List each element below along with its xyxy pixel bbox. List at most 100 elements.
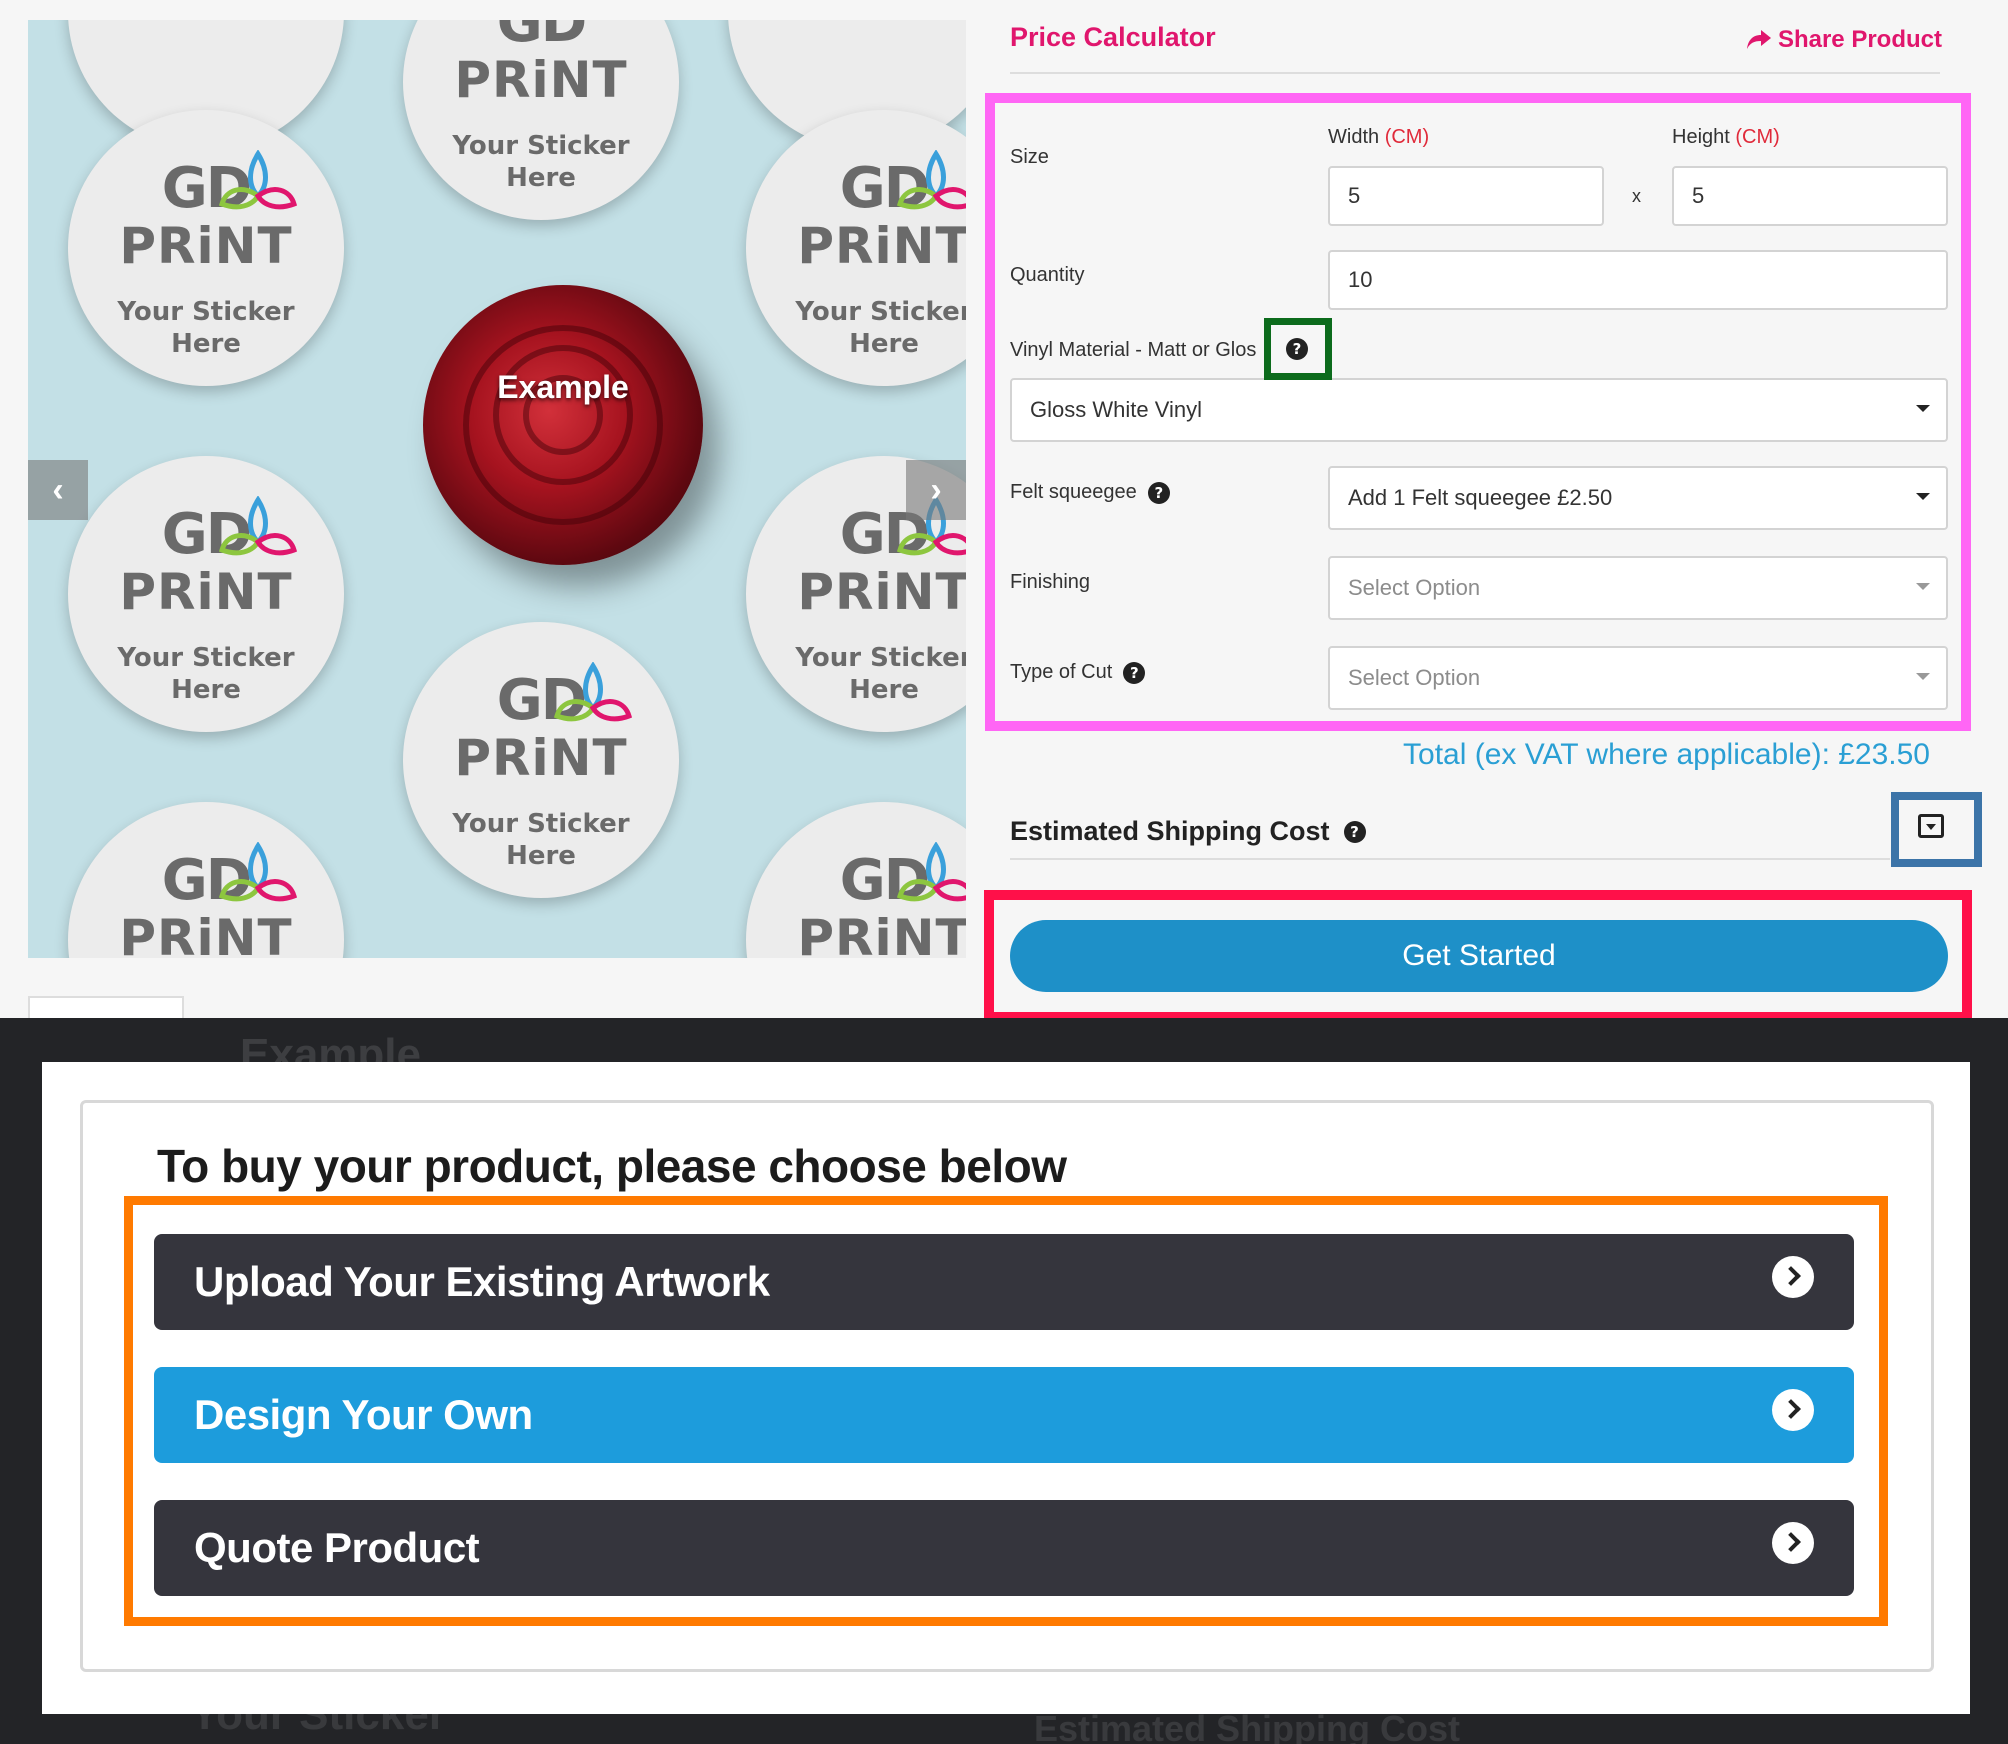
question-circle-icon[interactable]: ?: [1147, 481, 1170, 504]
sticker-logo-text: GD: [161, 502, 252, 567]
gd-print-logo-icon: [896, 842, 966, 902]
felt-squeegee-label-text: Felt squeegee: [1010, 481, 1137, 503]
question-circle-icon[interactable]: ?: [1343, 820, 1366, 843]
sticker-logo-text: PRiNT: [119, 909, 293, 958]
sticker-caption: Here: [849, 329, 919, 359]
finishing-label: Finishing: [1010, 571, 1091, 593]
divider: [1010, 72, 1940, 74]
chevron-right-circle-icon: [1772, 1256, 1814, 1298]
sticker-logo-text: PRiNT: [119, 217, 293, 275]
sticker-mockup: GD PRiNT Your Sticker Here: [68, 110, 344, 386]
modal-title: To buy your product, please choose below: [157, 1140, 1067, 1192]
vinyl-material-select[interactable]: Gloss White Vinyl: [1010, 378, 1948, 442]
sticker-caption: Your Sticker: [117, 297, 295, 327]
gallery-prev-button[interactable]: ‹: [28, 460, 88, 520]
sticker-caption: Here: [506, 163, 576, 193]
sticker-mockup: GD PRiNT Your Sticker Here: [403, 622, 679, 898]
gallery-next-button[interactable]: ›: [906, 460, 966, 520]
chevron-right-icon: ›: [930, 471, 942, 509]
question-circle-icon[interactable]: ?: [1123, 661, 1146, 684]
modal-backdrop[interactable]: Example Your Sticker Estimated Shipping …: [0, 1018, 2008, 1744]
gd-print-logo-icon: [553, 662, 633, 722]
chevron-left-icon: ‹: [52, 471, 64, 509]
product-page: GD PRiNT Your Sticker Here GD PRiNT Your St…: [0, 0, 2008, 1018]
product-tabs: [28, 996, 966, 1018]
question-circle-icon[interactable]: ?: [1286, 338, 1308, 360]
sticker-caption: Your Sticker: [452, 131, 630, 161]
type-of-cut-label-text: Type of Cut: [1010, 661, 1113, 683]
tab-description[interactable]: [28, 996, 184, 1018]
gd-print-logo-icon: [218, 496, 298, 556]
times-label: x: [1632, 186, 1641, 206]
sticker-caption: Your Sticker: [452, 809, 630, 839]
sticker-mockup: GD PRiNT Your Sticker Here: [746, 110, 966, 386]
sticker-logo-text: GD: [161, 848, 252, 913]
quote-product-label: Quote Product: [194, 1524, 480, 1571]
sticker-logo-text: GD: [496, 668, 587, 733]
upload-artwork-label: Upload Your Existing Artwork: [194, 1258, 770, 1305]
rose-sticker-example: Example: [423, 285, 703, 565]
shipping-heading: Estimated Shipping Cost ?: [1010, 816, 1366, 847]
vinyl-material-label-text: Vinyl Material - Matt or Glos: [1010, 339, 1257, 361]
width-label-text: Width: [1328, 126, 1380, 148]
quote-product-button[interactable]: Quote Product: [154, 1500, 1854, 1596]
chevron-right-circle-icon: [1772, 1389, 1814, 1431]
width-input[interactable]: 5: [1328, 166, 1604, 226]
sticker-caption: Here: [506, 841, 576, 871]
felt-squeegee-select[interactable]: Add 1 Felt squeegee £2.50: [1328, 466, 1948, 530]
height-label: Height (CM): [1672, 126, 1780, 149]
vinyl-material-value: Gloss White Vinyl: [1030, 397, 1202, 422]
finishing-select[interactable]: Select Option: [1328, 556, 1948, 620]
type-of-cut-label: Type of Cut ?: [1010, 661, 1146, 684]
vinyl-material-label: Vinyl Material - Matt or Glos: [1010, 339, 1256, 362]
calculator-title: Price Calculator: [1010, 22, 1216, 52]
sticker-logo-text: PRiNT: [454, 729, 628, 787]
sticker-mockup: GD PRiNT Your Sticker Here: [403, 20, 679, 220]
chevron-right-circle-icon: [1772, 1522, 1814, 1564]
design-your-own-button[interactable]: Design Your Own: [154, 1367, 1854, 1463]
sticker-caption: Here: [171, 329, 241, 359]
sticker-caption: Your Sticker: [117, 643, 295, 673]
quantity-input[interactable]: 10: [1328, 250, 1948, 310]
sticker-mockup: GD PRiNT: [746, 802, 966, 958]
share-product-link[interactable]: Share Product: [1746, 26, 1942, 54]
sticker-logo-text: PRiNT: [797, 563, 966, 621]
caret-down-icon: [1916, 493, 1930, 500]
shipping-title: Estimated Shipping Cost: [1010, 816, 1330, 846]
share-product-label: Share Product: [1777, 26, 1942, 53]
felt-squeegee-value: Add 1 Felt squeegee £2.50: [1348, 485, 1613, 510]
caret-down-icon: [1926, 824, 1936, 830]
unit-label: (CM): [1735, 126, 1780, 148]
type-of-cut-select[interactable]: Select Option: [1328, 646, 1948, 710]
sticker-caption: Your Sticker: [795, 643, 966, 673]
height-label-text: Height: [1672, 126, 1730, 148]
sticker-logo-text: GD: [496, 20, 587, 55]
sticker-logo-text: PRiNT: [119, 563, 293, 621]
share-arrow-icon: [1746, 30, 1771, 49]
type-of-cut-value: Select Option: [1348, 665, 1481, 690]
sticker-logo-text: PRiNT: [797, 217, 966, 275]
product-image-gallery: GD PRiNT Your Sticker Here GD PRiNT Your St…: [28, 20, 966, 958]
price-calculator: Price Calculator Share Product Size Widt…: [1010, 0, 1958, 1018]
shipping-expand-toggle[interactable]: [1918, 814, 1944, 838]
divider: [1010, 858, 1890, 860]
sticker-caption: Your Sticker: [795, 297, 966, 327]
get-started-button[interactable]: Get Started: [1010, 920, 1948, 992]
width-label: Width (CM): [1328, 126, 1429, 149]
height-input[interactable]: 5: [1672, 166, 1948, 226]
purchase-options-modal: To buy your product, please choose below…: [42, 1062, 1970, 1714]
sticker-mockup: GD PRiNT: [68, 802, 344, 958]
total-price: Total (ex VAT where applicable): £23.50: [1403, 738, 1930, 771]
sticker-caption: Here: [171, 675, 241, 705]
sticker-logo-text: PRiNT: [454, 51, 628, 109]
sticker-logo-text: PRiNT: [797, 909, 966, 958]
purchase-options-card: To buy your product, please choose below…: [80, 1100, 1934, 1672]
unit-label: (CM): [1384, 126, 1430, 148]
sticker-logo-text: GD: [161, 156, 252, 221]
size-label: Size: [1010, 146, 1049, 168]
gd-print-logo-icon: [218, 150, 298, 210]
upload-artwork-button[interactable]: Upload Your Existing Artwork: [154, 1234, 1854, 1330]
quantity-label: Quantity: [1010, 264, 1085, 286]
gd-print-logo-icon: [218, 842, 298, 902]
sticker-mockup: GD PRiNT Your Sticker Here: [68, 456, 344, 732]
